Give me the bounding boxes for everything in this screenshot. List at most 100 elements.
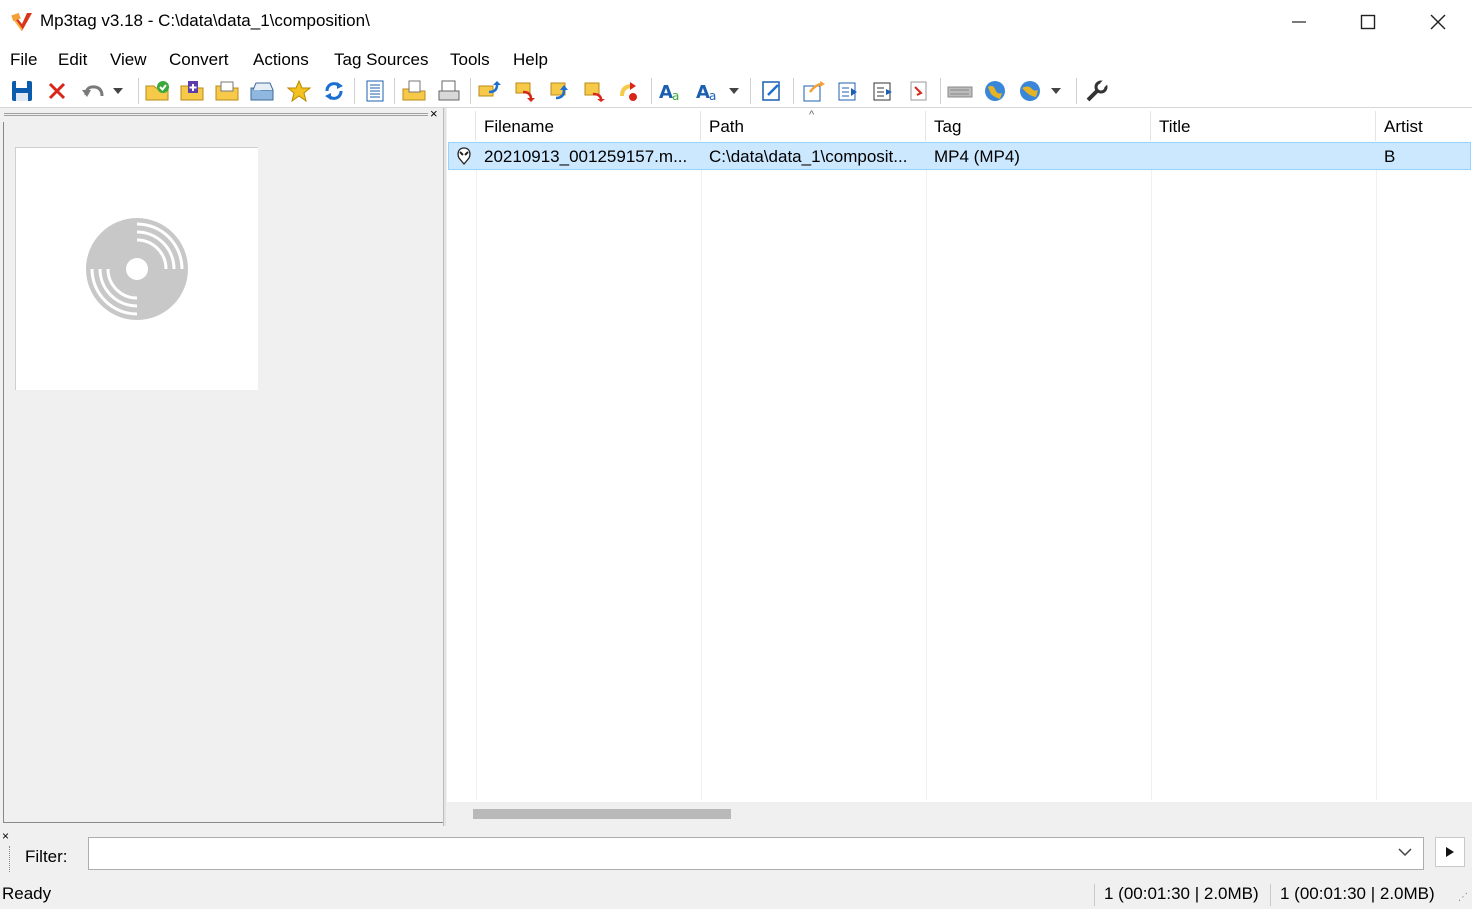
filename-to-tag-button[interactable] xyxy=(402,79,428,103)
playlist-button[interactable] xyxy=(871,79,897,103)
import-button[interactable] xyxy=(801,79,827,103)
menu-actions[interactable]: Actions xyxy=(253,50,309,70)
toolbar-separator xyxy=(138,78,139,104)
menu-tag-sources[interactable]: Tag Sources xyxy=(334,50,429,70)
save-icon xyxy=(12,81,32,101)
panel-grip[interactable] xyxy=(4,113,428,116)
favorites-button[interactable] xyxy=(286,79,312,103)
panel-close-icon[interactable]: × xyxy=(430,106,438,121)
undo-button[interactable] xyxy=(80,79,106,103)
maximize-button[interactable] xyxy=(1333,0,1403,44)
tag-sources-button[interactable] xyxy=(906,79,932,103)
horizontal-scrollbar[interactable] xyxy=(447,802,1472,826)
column-gridline xyxy=(1151,170,1152,800)
select-all-button[interactable] xyxy=(362,79,388,103)
text-format-dropdown-icon xyxy=(729,88,739,94)
column-header-artist[interactable]: Artist xyxy=(1376,111,1472,141)
desktop-edge xyxy=(1472,0,1477,909)
case-conversion-button[interactable]: Aa xyxy=(659,79,685,103)
freedb-button[interactable] xyxy=(947,79,973,103)
text-format-button[interactable]: Aa xyxy=(696,79,722,103)
panel-border xyxy=(3,822,444,823)
tag-to-tag-button[interactable] xyxy=(477,79,503,103)
filter-grip[interactable] xyxy=(9,846,11,872)
add-directory-button[interactable] xyxy=(180,79,206,103)
column-header-title[interactable]: Title xyxy=(1151,111,1376,141)
tag-to-textfile-button[interactable] xyxy=(548,79,574,103)
open-file-icon xyxy=(215,81,239,101)
web-sources-dropdown-button[interactable] xyxy=(1048,79,1064,103)
column-header-tag[interactable]: Tag xyxy=(926,111,1151,141)
freedb-icon xyxy=(947,86,973,98)
menu-edit[interactable]: Edit xyxy=(58,50,87,70)
export-icon xyxy=(584,82,605,102)
column-header-icon[interactable] xyxy=(447,111,476,141)
cover-art-box[interactable] xyxy=(15,147,258,390)
status-bar: Ready 1 (00:01:30 | 2.0MB) 1 (00:01:30 |… xyxy=(0,882,1472,909)
status-separator xyxy=(1270,884,1271,906)
open-file-button[interactable] xyxy=(215,79,241,103)
size-grip-icon[interactable]: ⋰ xyxy=(1458,892,1468,903)
change-directory-icon xyxy=(145,81,169,101)
actions-button[interactable] xyxy=(618,79,644,103)
import-icon xyxy=(803,81,825,102)
filter-input[interactable] xyxy=(88,837,1424,870)
cell-filename: 20210913_001259157.m... xyxy=(484,147,688,166)
refresh-button[interactable] xyxy=(321,79,347,103)
save-button[interactable] xyxy=(9,79,35,103)
autonumbering-button[interactable] xyxy=(836,79,862,103)
minimize-button[interactable] xyxy=(1264,0,1334,44)
menu-view[interactable]: View xyxy=(110,50,147,70)
autonumbering-icon xyxy=(838,82,857,101)
web-sources-button[interactable] xyxy=(982,79,1008,103)
chevron-down-icon[interactable] xyxy=(1398,844,1412,860)
column-header-filename[interactable]: Filename xyxy=(476,111,701,141)
menu-file[interactable]: File xyxy=(10,50,37,70)
remove-tag-button[interactable] xyxy=(44,79,70,103)
close-button[interactable] xyxy=(1403,0,1473,44)
filter-apply-button[interactable] xyxy=(1435,837,1465,867)
add-directory-icon xyxy=(180,81,204,101)
actions-icon xyxy=(620,82,637,101)
filter-close-icon[interactable]: × xyxy=(2,829,9,843)
playlist-icon xyxy=(873,82,892,101)
title-bar: Mp3tag v3.18 - C:\data\data_1\compositio… xyxy=(0,0,1472,44)
toolbar: Aa Aa xyxy=(0,74,1472,108)
change-directory-button[interactable] xyxy=(145,79,171,103)
app-logo-icon xyxy=(11,12,32,31)
table-row[interactable]: 20210913_001259157.m... C:\data\data_1\c… xyxy=(448,142,1471,170)
panel-border xyxy=(3,122,4,822)
menu-bar: File Edit View Convert Actions Tag Sourc… xyxy=(0,44,1472,74)
filename-to-tag-icon xyxy=(402,80,426,101)
extended-tags-button[interactable] xyxy=(759,79,785,103)
undo-dropdown-icon xyxy=(113,88,123,94)
toolbar-separator xyxy=(793,78,794,104)
export-button[interactable] xyxy=(583,79,609,103)
case-conversion-icon: Aa xyxy=(659,82,679,102)
tag-sources-icon xyxy=(910,81,927,101)
column-gridline xyxy=(1376,170,1377,800)
status-text: Ready xyxy=(2,884,52,903)
tag-to-filename-button[interactable] xyxy=(437,79,463,103)
favorites-folder-button[interactable] xyxy=(250,79,276,103)
menu-help[interactable]: Help xyxy=(513,50,548,70)
remove-tag-icon xyxy=(48,82,66,100)
scrollbar-thumb[interactable] xyxy=(473,809,731,819)
maximize-icon xyxy=(1360,14,1376,30)
menu-tools[interactable]: Tools xyxy=(450,50,490,70)
favorites-folder-icon xyxy=(250,82,274,101)
status-total: 1 (00:01:30 | 2.0MB) xyxy=(1280,884,1435,903)
text-file-to-tag-button[interactable] xyxy=(513,79,539,103)
undo-dropdown-button[interactable] xyxy=(110,79,126,103)
options-button[interactable] xyxy=(1084,79,1110,103)
favorites-star-icon xyxy=(287,80,311,102)
panel-splitter[interactable] xyxy=(443,108,446,826)
text-format-dropdown-button[interactable] xyxy=(726,79,742,103)
column-gridline xyxy=(926,170,927,800)
tag-to-tag-icon xyxy=(478,81,501,97)
cd-placeholder-icon xyxy=(86,218,188,320)
menu-convert[interactable]: Convert xyxy=(169,50,229,70)
web-sources-icon xyxy=(985,81,1005,101)
extended-tags-icon xyxy=(762,81,780,101)
web-sources-dd-button[interactable] xyxy=(1017,79,1043,103)
